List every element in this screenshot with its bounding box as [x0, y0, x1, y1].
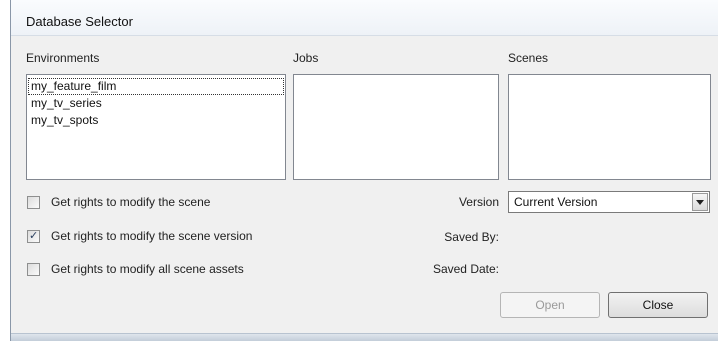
saved-by-label: Saved By: [444, 230, 499, 244]
version-select[interactable]: Current Version [508, 191, 710, 213]
title-bar: Database Selector [11, 0, 718, 36]
modify-scene-label: Get rights to modify the scene [51, 195, 211, 209]
scenes-label: Scenes [508, 51, 549, 65]
chevron-down-icon [696, 200, 704, 205]
window-bottom-border [11, 333, 718, 341]
close-button[interactable]: Close [608, 292, 708, 318]
list-item-my-feature-film[interactable]: my_feature_film [28, 78, 284, 95]
scenes-list[interactable] [508, 74, 711, 180]
check-icon: ✓ [29, 230, 39, 242]
environments-list[interactable]: my_feature_film my_tv_series my_tv_spots [26, 74, 286, 180]
window-title: Database Selector [26, 14, 133, 29]
modify-all-assets-label: Get rights to modify all scene assets [51, 262, 244, 276]
open-button[interactable]: Open [500, 292, 600, 318]
list-item-my-tv-series[interactable]: my_tv_series [29, 96, 104, 111]
modify-scene-version-label: Get rights to modify the scene version [51, 229, 253, 243]
database-selector-window: Database Selector Environments Jobs Scen… [10, 0, 718, 341]
modify-scene-checkbox[interactable] [27, 196, 40, 209]
modify-all-assets-checkbox[interactable] [27, 263, 40, 276]
modify-scene-version-checkbox[interactable]: ✓ [27, 230, 40, 243]
jobs-label: Jobs [293, 51, 319, 65]
environments-label: Environments [26, 51, 100, 65]
version-label: Version [458, 195, 499, 209]
jobs-list[interactable] [293, 74, 499, 180]
version-select-value: Current Version [514, 195, 598, 209]
saved-date-label: Saved Date: [432, 262, 499, 276]
list-item-my-tv-spots[interactable]: my_tv_spots [29, 113, 100, 128]
version-dropdown-button[interactable] [692, 193, 708, 211]
